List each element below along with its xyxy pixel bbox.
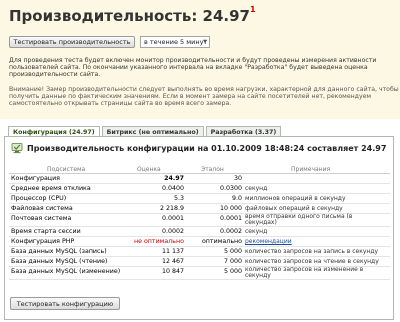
performance-table: Подсистема Оценка Эталон Примечания Конф… bbox=[9, 165, 390, 280]
test-configuration-button[interactable]: Тестировать конфигурацию bbox=[10, 297, 120, 310]
table-row: База данных MySQL (запись) 11 137 5 000 … bbox=[9, 247, 390, 257]
row-value: 0.0001 bbox=[161, 215, 184, 222]
duration-select[interactable]: в течение 5 минут ▼ bbox=[140, 36, 210, 48]
recommendations-link[interactable]: рекомендации bbox=[245, 238, 292, 245]
row-reference: 9.0 bbox=[231, 195, 242, 202]
table-header: Подсистема Оценка Эталон Примечания bbox=[9, 165, 390, 174]
row-note: количество запросов на запись в секунду bbox=[245, 248, 379, 255]
table-row: Почтовая система 0.0001 0.0001 время отп… bbox=[9, 214, 390, 227]
row-value: 24.97 bbox=[164, 175, 184, 182]
configuration-panel: Производительность конфигурации на 01.10… bbox=[4, 136, 394, 320]
chevron-down-icon: ▼ bbox=[203, 39, 207, 45]
performance-header-area: Производительность: 24.971 Тестировать п… bbox=[0, 0, 400, 119]
warning-line-2: получить данные по фактическим значениям… bbox=[9, 93, 372, 100]
page-title: Производительность: 24.971 bbox=[9, 5, 256, 25]
table-row: Время старта сессии 0.0002 0.0002 секунд bbox=[9, 227, 390, 237]
row-value: 10 847 bbox=[161, 268, 184, 275]
info-line-3: производительности сайта. bbox=[9, 71, 101, 78]
row-reference: оптимально bbox=[201, 238, 242, 245]
row-name: Почтовая система bbox=[11, 215, 72, 222]
header-notes: Примечания bbox=[291, 166, 331, 173]
row-note: количество запросов на чтение в секунду bbox=[245, 258, 379, 265]
row-reference: 5 000 bbox=[223, 248, 242, 255]
row-reference: 7 000 bbox=[223, 258, 242, 265]
row-reference: 30 bbox=[233, 175, 242, 182]
row-name: Файловая система bbox=[11, 205, 73, 212]
header-subsystem: Подсистема bbox=[47, 166, 86, 173]
row-name: Конфигурация PHP bbox=[11, 238, 75, 245]
row-name: Процессор (CPU) bbox=[11, 195, 67, 202]
row-name: База данных MySQL (изменение) bbox=[11, 268, 121, 275]
row-value: 0.0002 bbox=[161, 228, 184, 235]
computer-check-icon bbox=[11, 143, 23, 154]
row-value: 11 137 bbox=[161, 248, 184, 255]
duration-select-value: в течение 5 минут bbox=[144, 38, 208, 46]
warning-line-1: Внимание! Замер производительности следу… bbox=[9, 86, 399, 93]
table-row: Процессор (CPU) 5.3 9.0 миллионов операц… bbox=[9, 194, 390, 204]
row-name: База данных MySQL (чтение) bbox=[11, 258, 108, 265]
row-note: секунд bbox=[245, 228, 268, 235]
header-reference: Эталон bbox=[201, 166, 224, 173]
warning-text: Внимание! Замер производительности следу… bbox=[9, 86, 399, 107]
row-note: количество запросов на изменение в секун… bbox=[245, 266, 364, 279]
row-value: не оптимально bbox=[133, 238, 184, 245]
table-row: База данных MySQL (изменение) 10 847 5 0… bbox=[9, 267, 390, 280]
title-footnote: 1 bbox=[250, 5, 256, 14]
info-line-1: Для проведения теста будет включен монит… bbox=[9, 57, 377, 64]
row-reference: 0.0300 bbox=[219, 185, 242, 192]
row-note: миллионов операций в секунду bbox=[245, 195, 346, 202]
info-text: Для проведения теста будет включен монит… bbox=[9, 57, 376, 78]
row-value: 5.3 bbox=[173, 195, 184, 202]
row-name: Среднее время отклика bbox=[11, 185, 91, 192]
row-note: файловых операций в секунду bbox=[245, 205, 343, 212]
row-reference: 0.0001 bbox=[219, 215, 242, 222]
row-reference: 5 000 bbox=[223, 268, 242, 275]
row-name: База данных MySQL (запись) bbox=[11, 248, 107, 255]
row-note: секунд bbox=[245, 185, 268, 192]
row-value: 12 467 bbox=[161, 258, 184, 265]
row-reference: 10 000 bbox=[219, 205, 242, 212]
info-line-2: пользователей сайта. По окончании указан… bbox=[9, 64, 368, 71]
table-row: Среднее время отклика 0.0400 0.0300 секу… bbox=[9, 184, 390, 194]
row-value: 2 218.9 bbox=[159, 205, 184, 212]
row-reference: 0.0002 bbox=[219, 228, 242, 235]
panel-title: Производительность конфигурации на 01.10… bbox=[27, 144, 387, 153]
row-value: 0.0400 bbox=[161, 185, 184, 192]
row-note: время отправки одного письма (в секундах… bbox=[245, 213, 353, 226]
test-performance-button[interactable]: Тестировать производительность bbox=[9, 36, 135, 48]
row-name: Время старта сессии bbox=[11, 228, 81, 235]
table-row: Конфигурация 24.97 30 bbox=[9, 174, 390, 184]
header-score: Оценка bbox=[137, 166, 161, 173]
table-row: Конфигурация PHP не оптимально оптимальн… bbox=[9, 237, 390, 247]
warning-line-3: самостоятельно открывать страницы сайта … bbox=[9, 100, 232, 107]
page-title-text: Производительность: 24.97 bbox=[9, 7, 250, 25]
row-name: Конфигурация bbox=[11, 175, 60, 182]
